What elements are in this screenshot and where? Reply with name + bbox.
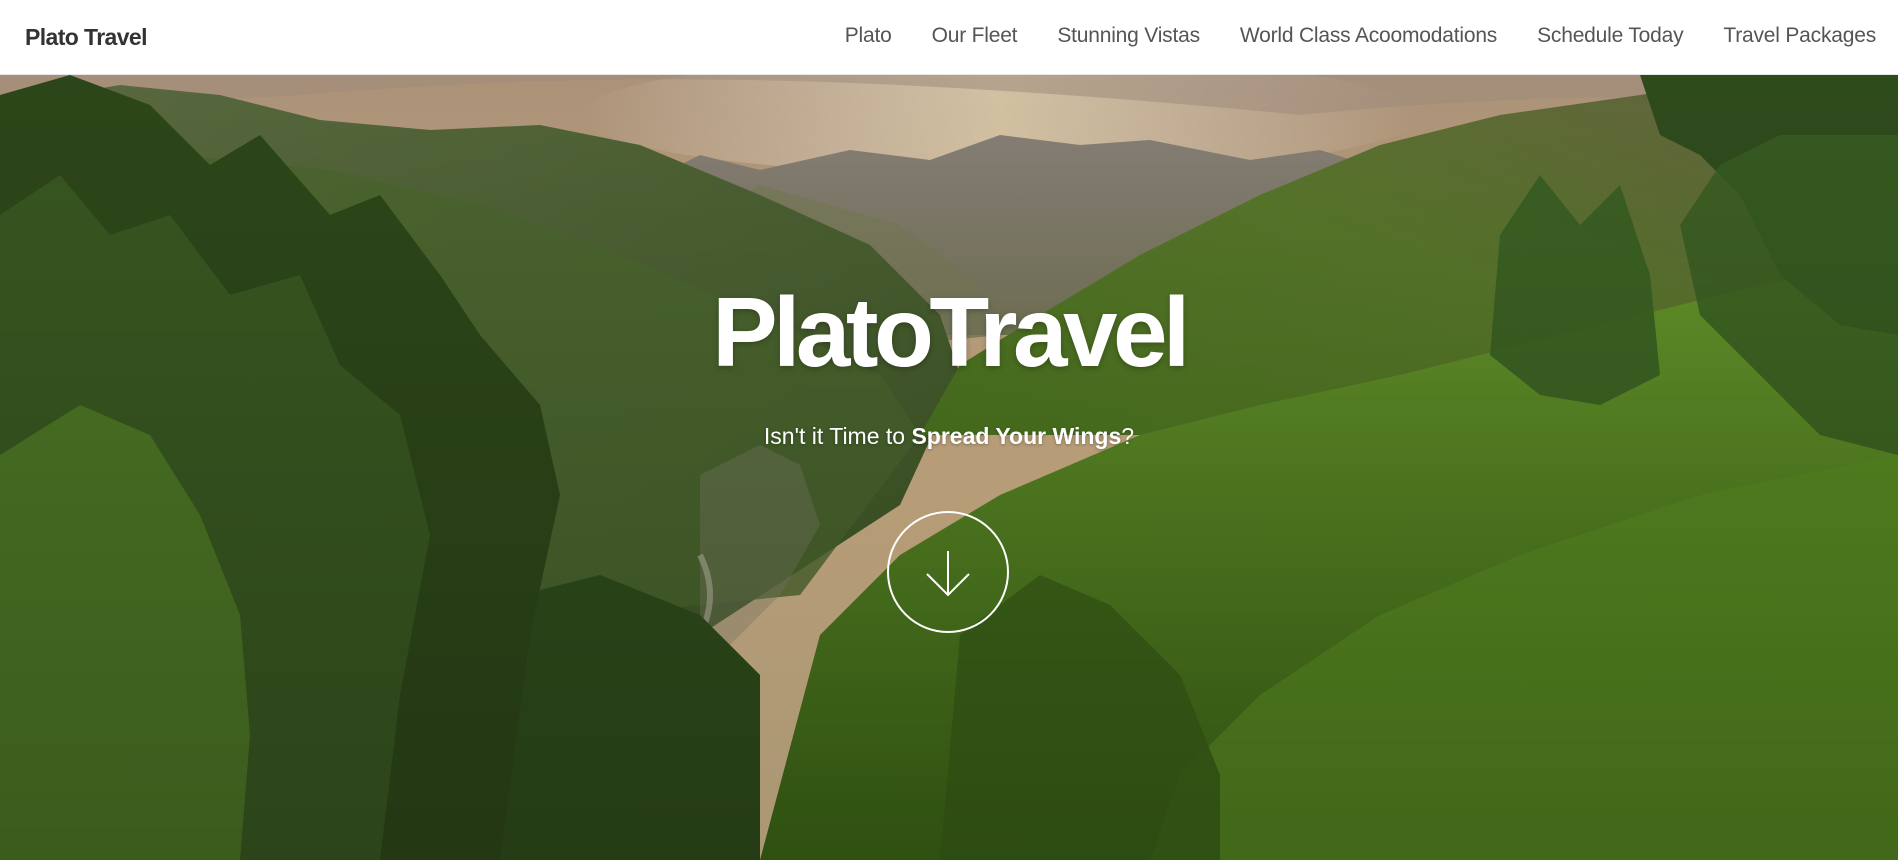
nav-link-travel-packages[interactable]: Travel Packages xyxy=(1723,24,1876,48)
scroll-down-button[interactable] xyxy=(887,511,1009,633)
nav-link-our-fleet[interactable]: Our Fleet xyxy=(932,24,1018,48)
hero-subtitle-emphasis: Spread Your Wings xyxy=(911,423,1122,449)
nav-link-accommodations[interactable]: World Class Acoomodations xyxy=(1240,24,1497,48)
hero-title: PlatoTravel xyxy=(712,277,1190,387)
brand-link[interactable]: Plato Travel xyxy=(25,24,148,51)
nav-link-stunning-vistas[interactable]: Stunning Vistas xyxy=(1057,24,1200,48)
hero-content: PlatoTravel Isn't it Time to Spread Your… xyxy=(0,75,1898,860)
top-navbar: Plato Travel Plato Our Fleet Stunning Vi… xyxy=(0,0,1898,75)
main-nav: Plato Our Fleet Stunning Vistas World Cl… xyxy=(805,24,1876,48)
nav-link-schedule-today[interactable]: Schedule Today xyxy=(1537,24,1683,48)
nav-link-plato[interactable]: Plato xyxy=(845,24,892,48)
hero-section: PlatoTravel Isn't it Time to Spread Your… xyxy=(0,75,1898,860)
hero-subtitle-suffix: ? xyxy=(1121,423,1135,449)
arrow-down-icon xyxy=(926,551,970,597)
hero-subtitle: Isn't it Time to Spread Your Wings? xyxy=(0,423,1898,451)
hero-subtitle-prefix: Isn't it Time to xyxy=(763,423,912,449)
